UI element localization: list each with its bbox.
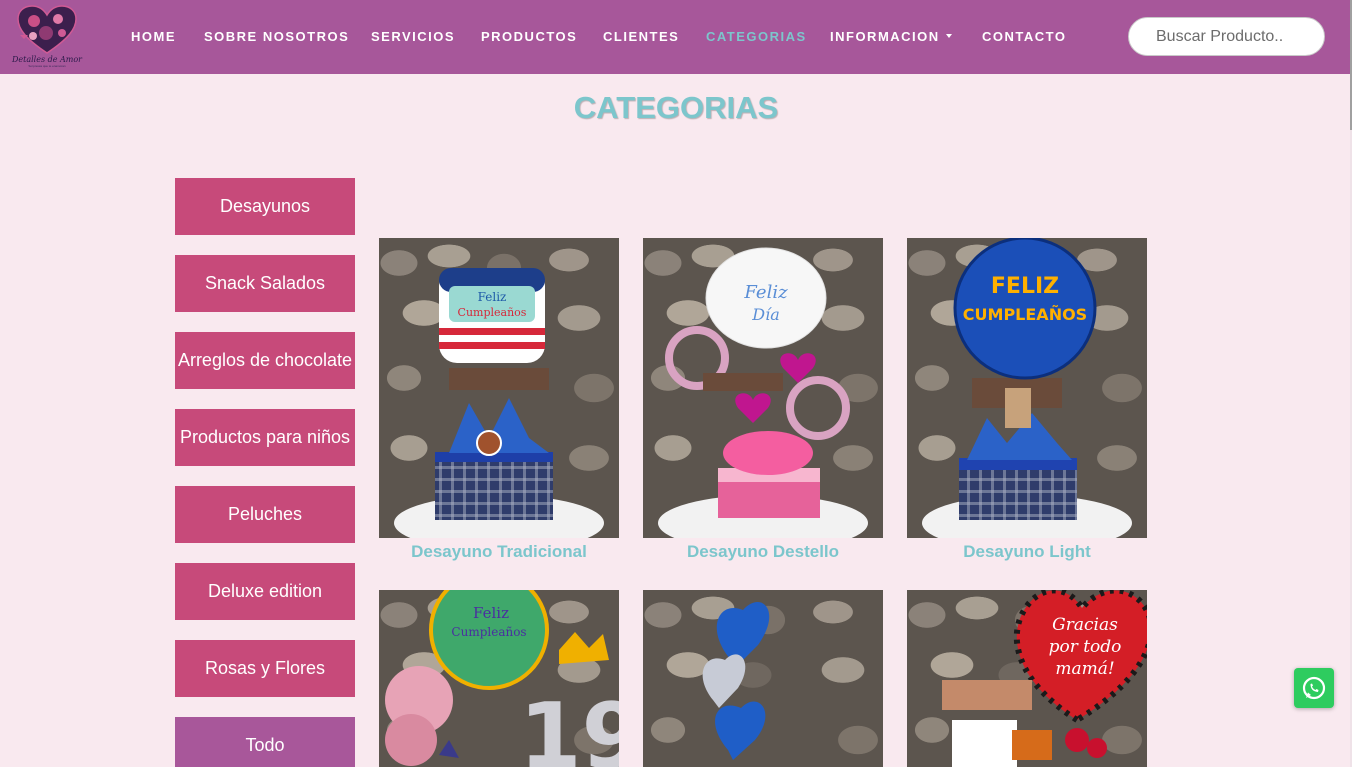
- balloon-text: Gracias: [1052, 615, 1118, 635]
- product-card[interactable]: Feliz Día Desayuno Destello: [643, 238, 883, 562]
- search-input[interactable]: [1128, 17, 1325, 56]
- product-image[interactable]: Gracias por todo mamá!: [907, 590, 1147, 767]
- svg-text:19: 19: [519, 684, 619, 767]
- balloon-text: Cumpleaños: [451, 625, 526, 639]
- heart-logo-icon: [17, 5, 77, 54]
- product-card[interactable]: Feliz Cumpleaños 19: [379, 590, 619, 767]
- product-title[interactable]: Desayuno Tradicional: [379, 542, 619, 562]
- balloon-text: por todo: [1049, 637, 1122, 657]
- nav-contacto[interactable]: CONTACTO: [982, 29, 1066, 44]
- balloon-text: Feliz: [478, 290, 507, 304]
- balloon-text: Día: [751, 305, 779, 324]
- product-image[interactable]: Feliz Día: [643, 238, 883, 538]
- product-card[interactable]: Gracias por todo mamá!: [907, 590, 1147, 767]
- nav-clientes[interactable]: CLIENTES: [603, 29, 679, 44]
- brand-tagline: Sorpresas que te enamoran: [28, 64, 66, 68]
- category-productos-ninos-button[interactable]: Productos para niños: [175, 409, 355, 466]
- balloon-text: mamá!: [1055, 659, 1114, 679]
- balloon-text: Feliz: [473, 604, 509, 622]
- balloon-text: Cumpleaños: [458, 306, 527, 319]
- category-arreglos-chocolate-button[interactable]: Arreglos de chocolate: [175, 332, 355, 389]
- category-deluxe-edition-button[interactable]: Deluxe edition: [175, 563, 355, 620]
- category-snack-salados-button[interactable]: Snack Salados: [175, 255, 355, 312]
- product-image[interactable]: Feliz Cumpleaños: [379, 238, 619, 538]
- nav-informacion[interactable]: INFORMACION: [830, 29, 952, 44]
- brand-logo[interactable]: Detalles de Amor Sorpresas que te enamor…: [6, 5, 88, 69]
- page-title: CATEGORIAS: [573, 90, 779, 125]
- whatsapp-button[interactable]: [1294, 668, 1334, 708]
- nav-home[interactable]: HOME: [131, 29, 176, 44]
- category-rosas-flores-button[interactable]: Rosas y Flores: [175, 640, 355, 697]
- whatsapp-icon: [1302, 676, 1326, 700]
- product-image[interactable]: Feliz Cumpleaños 19: [379, 590, 619, 767]
- balloon-text: Feliz: [743, 282, 788, 303]
- nav-servicios[interactable]: SERVICIOS: [371, 29, 455, 44]
- nav-categorias[interactable]: CATEGORIAS: [706, 29, 807, 44]
- product-image[interactable]: [643, 590, 883, 767]
- category-peluches-button[interactable]: Peluches: [175, 486, 355, 543]
- product-card[interactable]: Feliz Cumpleaños Desayuno Tradicional: [379, 238, 619, 562]
- balloon-text: CUMPLEAÑOS: [963, 305, 1087, 324]
- product-title[interactable]: Desayuno Destello: [643, 542, 883, 562]
- balloon-text: FELIZ: [991, 274, 1059, 299]
- caret-down-icon: [945, 34, 952, 38]
- product-title[interactable]: Desayuno Light: [907, 542, 1147, 562]
- product-card[interactable]: [643, 590, 883, 767]
- nav-productos[interactable]: PRODUCTOS: [481, 29, 577, 44]
- product-image[interactable]: FELIZ CUMPLEAÑOS: [907, 238, 1147, 538]
- category-todo-button[interactable]: Todo: [175, 717, 355, 767]
- category-desayunos-button[interactable]: Desayunos: [175, 178, 355, 235]
- navbar: Detalles de Amor Sorpresas que te enamor…: [0, 0, 1352, 74]
- product-card[interactable]: FELIZ CUMPLEAÑOS Desayuno Light: [907, 238, 1147, 562]
- nav-sobre-nosotros[interactable]: SOBRE NOSOTROS: [204, 29, 349, 44]
- nav-informacion-label: INFORMACION: [830, 29, 940, 44]
- brand-name: Detalles de Amor: [11, 55, 83, 64]
